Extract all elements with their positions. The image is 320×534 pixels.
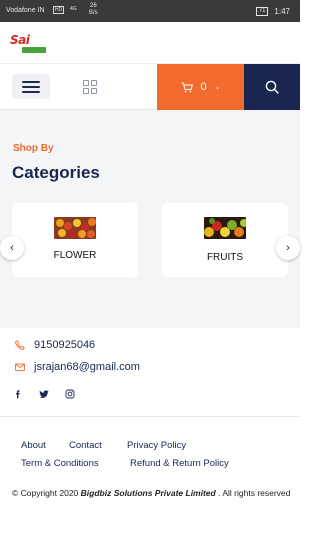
- logo-tag-graphic: [22, 47, 46, 53]
- categories-section: Shop By Categories FLOWER FRUITS ‹ ›: [0, 110, 300, 328]
- divider: [0, 416, 300, 417]
- copyright-suffix: . All rights reserved: [218, 488, 291, 498]
- hd-badge: HD: [53, 6, 65, 14]
- net-speed: 26 B/s: [89, 3, 98, 17]
- signal-indicator: 4G: [70, 6, 77, 12]
- cart-icon: [181, 81, 193, 92]
- carousel-prev-button[interactable]: ‹: [0, 236, 24, 260]
- hamburger-line: [22, 90, 40, 93]
- logo-bar: Sai: [0, 22, 300, 64]
- category-card-fruits[interactable]: FRUITS: [162, 203, 288, 277]
- chevron-left-icon: ‹: [10, 242, 14, 254]
- flower-image: [54, 217, 96, 239]
- phone-row[interactable]: 9150925046: [15, 339, 95, 351]
- copyright-prefix: © Copyright 2020: [12, 488, 79, 498]
- footer-link-about[interactable]: About: [21, 440, 46, 451]
- search-icon: [265, 80, 279, 94]
- net-speed-value: 26: [89, 3, 97, 9]
- cart-count: 0: [200, 81, 207, 93]
- net-speed-unit: B/s: [89, 10, 98, 16]
- phone-icon: [15, 340, 25, 350]
- section-title: Categories: [12, 163, 100, 182]
- carrier-name: Vodafone IN: [6, 7, 45, 14]
- copyright: © Copyright 2020 Bigdbiz Solutions Priva…: [12, 487, 292, 500]
- footer-link-terms[interactable]: Term & Conditions: [21, 458, 99, 469]
- social-links: [12, 388, 76, 400]
- email-row[interactable]: jsrajan68@gmail.com: [15, 361, 140, 373]
- hamburger-line: [22, 85, 40, 88]
- fruits-image: [204, 217, 246, 239]
- logo-text: Sai: [10, 33, 30, 47]
- phone-number: 9150925046: [34, 339, 96, 351]
- company-name: Bigdbiz Solutions Private Limited: [80, 488, 216, 498]
- category-name: FRUITS: [206, 252, 244, 263]
- battery-icon: 71: [255, 7, 269, 16]
- nav-bar: 0 ⌄: [0, 64, 300, 110]
- chevron-down-icon: ⌄: [214, 84, 221, 91]
- footer-link-contact[interactable]: Contact: [69, 440, 102, 451]
- grid-view-icon[interactable]: [83, 80, 97, 94]
- instagram-icon[interactable]: [64, 388, 76, 400]
- chevron-right-icon: ›: [286, 242, 290, 254]
- section-kicker: Shop By: [13, 143, 54, 154]
- menu-button[interactable]: [12, 74, 50, 99]
- footer-link-refund-policy[interactable]: Refund & Return Policy: [130, 458, 229, 469]
- facebook-icon[interactable]: [12, 388, 24, 400]
- footer-link-privacy-policy[interactable]: Privacy Policy: [127, 440, 186, 451]
- status-right: 71 1:47: [255, 7, 290, 16]
- hamburger-line: [22, 80, 40, 83]
- twitter-icon[interactable]: [38, 388, 50, 400]
- category-name: FLOWER: [53, 250, 97, 261]
- site-logo[interactable]: Sai: [10, 33, 46, 55]
- carousel-next-button[interactable]: ›: [276, 236, 300, 260]
- cart-button[interactable]: 0 ⌄: [157, 64, 244, 110]
- status-bar: Vodafone IN HD 4G 26 B/s 71 1:47: [0, 0, 300, 22]
- mail-icon: [15, 363, 25, 371]
- clock: 1:47: [274, 7, 290, 16]
- category-card-flower[interactable]: FLOWER: [12, 203, 138, 277]
- search-button[interactable]: [244, 64, 300, 110]
- email-address: jsrajan68@gmail.com: [34, 361, 140, 373]
